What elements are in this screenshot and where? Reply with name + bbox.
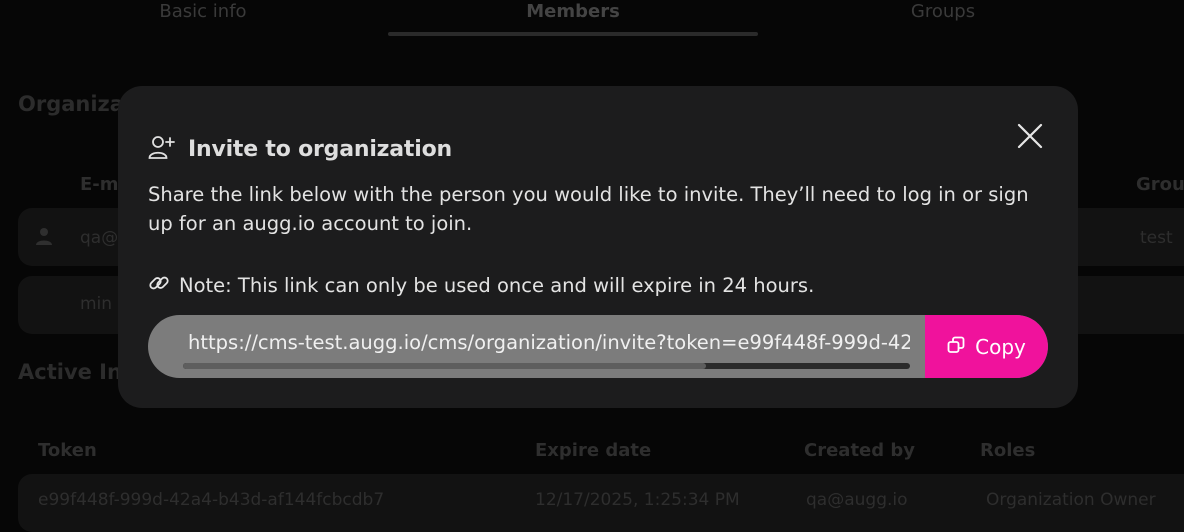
- invite-link-input[interactable]: [188, 327, 910, 357]
- invite-link-field: Copy: [148, 315, 1048, 378]
- note-text: Note: This link can only be used once an…: [179, 274, 815, 297]
- close-button[interactable]: [1016, 122, 1044, 150]
- tab-label: Groups: [910, 0, 976, 22]
- copy-button-label: Copy: [975, 334, 1026, 359]
- column-header-created-by: Created by: [804, 440, 916, 461]
- column-header-group: Grou: [1136, 174, 1184, 195]
- expiry-note: Note: This link can only be used once an…: [148, 272, 814, 299]
- column-header-email: E-m: [80, 174, 119, 195]
- member-email: min: [80, 294, 113, 314]
- column-header-expire-date: Expire date: [535, 440, 652, 461]
- invite-modal: Invite to organization Share the link be…: [118, 86, 1078, 408]
- user-plus-icon: [148, 134, 176, 164]
- copy-button[interactable]: Copy: [925, 315, 1048, 378]
- link-icon: [148, 272, 170, 299]
- modal-header: Invite to organization: [148, 134, 452, 164]
- tab-members[interactable]: Members: [388, 0, 758, 28]
- tab-groups[interactable]: Groups: [758, 0, 1128, 28]
- close-icon: [1017, 123, 1043, 149]
- copy-icon: [947, 335, 965, 359]
- invite-expire-date: 12/17/2025, 1:25:34 PM: [535, 490, 740, 510]
- link-scrollbar[interactable]: [183, 363, 910, 369]
- member-email: qa@: [80, 228, 119, 248]
- modal-title: Invite to organization: [188, 136, 452, 162]
- active-tab-indicator: [388, 32, 758, 36]
- member-group: test: [1140, 228, 1173, 248]
- invite-created-by: qa@augg.io: [806, 490, 908, 510]
- column-header-roles: Roles: [980, 440, 1036, 461]
- tab-label: Basic info: [159, 0, 247, 22]
- invite-roles: Organization Owner: [986, 490, 1156, 510]
- person-icon: [34, 226, 54, 250]
- tab-basic-info[interactable]: Basic info: [18, 0, 388, 28]
- link-scrollbar-thumb[interactable]: [183, 363, 707, 369]
- organization-section-title: Organiza: [18, 92, 124, 116]
- invite-token: e99f448f-999d-42a4-b43d-af144fcbcdb7: [38, 490, 385, 510]
- column-header-token: Token: [38, 440, 97, 461]
- modal-description: Share the link below with the person you…: [148, 183, 1029, 235]
- tab-label: Members: [526, 0, 620, 22]
